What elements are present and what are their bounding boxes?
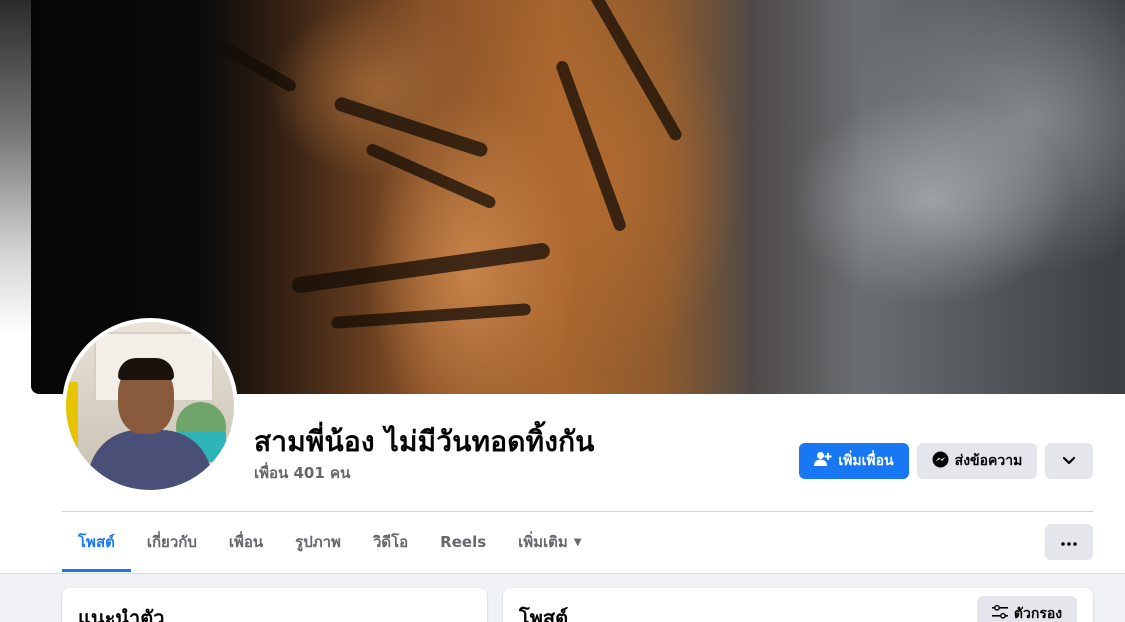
tab-reels[interactable]: Reels (424, 512, 502, 572)
tab-about[interactable]: เกี่ยวกับ (131, 512, 213, 572)
tab-posts[interactable]: โพสต์ (62, 512, 131, 572)
add-friend-label: เพิ่มเพื่อน (838, 453, 894, 469)
caret-down-icon: ▼ (573, 536, 582, 548)
message-label: ส่งข้อความ (954, 453, 1023, 469)
tabs-more-button[interactable] (1045, 524, 1093, 560)
profile-page: สามพี่น้อง ไม่มีวันทอดทิ้งกัน เพื่อน 401… (0, 0, 1125, 622)
filter-label: ตัวกรอง (1013, 606, 1063, 622)
chevron-down-icon (1062, 453, 1076, 469)
intro-title: แนะนำตัว (78, 606, 165, 622)
more-dots-icon (1061, 534, 1077, 550)
side-gradient (0, 0, 34, 394)
filter-icon (991, 604, 1008, 622)
tab-photos[interactable]: รูปภาพ (279, 512, 357, 572)
posts-card: โพสต์ ตัวกรอง (503, 588, 1093, 622)
tab-more[interactable]: เพิ่มเติม ▼ (502, 512, 597, 572)
tab-friends[interactable]: เพื่อน (213, 512, 279, 572)
posts-title: โพสต์ (519, 606, 569, 622)
messenger-icon (932, 451, 949, 472)
add-friend-button[interactable]: เพิ่มเพื่อน (799, 443, 909, 479)
filter-button[interactable]: ตัวกรอง (977, 596, 1077, 622)
more-options-button[interactable] (1045, 443, 1093, 479)
intro-card: แนะนำตัว (62, 588, 487, 622)
profile-tabs: โพสต์ เกี่ยวกับ เพื่อน รูปภาพ วิดีโอ Ree… (62, 512, 598, 572)
profile-name: สามพี่น้อง ไม่มีวันทอดทิ้งกัน (254, 425, 595, 458)
friends-count[interactable]: เพื่อน 401 คน (254, 461, 350, 485)
tab-videos[interactable]: วิดีโอ (357, 512, 424, 572)
avatar[interactable] (66, 322, 234, 490)
add-friend-icon (814, 451, 832, 471)
message-button[interactable]: ส่งข้อความ (917, 443, 1037, 479)
